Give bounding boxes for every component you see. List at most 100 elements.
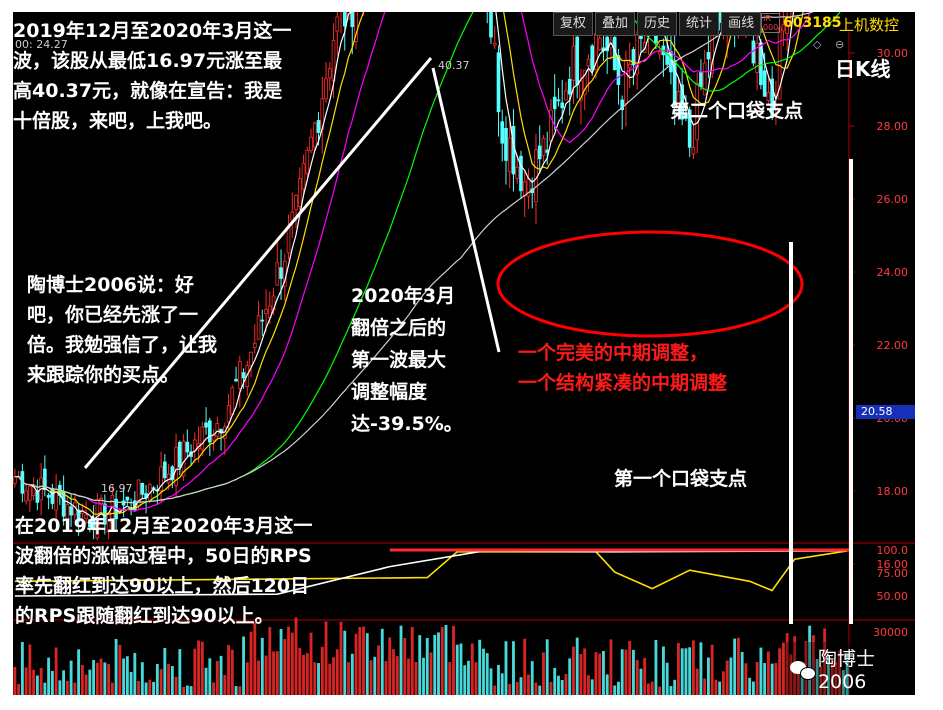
volume-bar	[706, 657, 710, 695]
volume-bar	[365, 633, 369, 695]
volume-bar	[489, 668, 493, 695]
candle-body	[564, 90, 568, 101]
volume-bar	[253, 622, 257, 695]
candle-body	[294, 195, 298, 210]
volume-bar	[193, 648, 197, 695]
minus-icon[interactable]: ⊖	[835, 38, 844, 51]
rps-tick-label: 50.00	[877, 590, 909, 603]
volume-bar	[538, 685, 542, 695]
volume-bar	[373, 656, 377, 695]
volume-bar	[99, 658, 103, 695]
volume-bar	[377, 645, 380, 695]
candle-body	[35, 491, 40, 503]
volume-bar	[369, 660, 373, 695]
candle-body	[522, 181, 527, 196]
volume-bar	[500, 673, 504, 695]
candle-body	[575, 36, 580, 86]
volume-bar	[602, 650, 605, 695]
volume-bar	[35, 675, 39, 695]
candle-body	[537, 145, 542, 160]
volume-bar	[65, 680, 69, 695]
volume-bar	[80, 664, 84, 695]
candle-body	[241, 372, 246, 379]
volume-bar	[560, 680, 564, 695]
volume-bar	[73, 682, 77, 695]
rps-tick-label: 75.00	[877, 567, 909, 580]
annotation-pocket-1: 第一个口袋支点	[614, 468, 748, 490]
fuquan-button[interactable]: 复权	[553, 12, 594, 36]
volume-bar	[455, 644, 459, 695]
volume-bar	[647, 683, 650, 695]
candle-body	[571, 45, 576, 81]
volume-bar	[234, 686, 238, 695]
price-tick-label: 22.00	[877, 339, 909, 352]
volume-bar	[515, 681, 519, 695]
volume-bar	[534, 682, 538, 695]
volume-bar	[444, 625, 448, 695]
volume-bar	[617, 681, 620, 695]
volume-bar	[718, 681, 722, 695]
volume-bar	[650, 681, 654, 695]
candle-body	[286, 227, 291, 254]
volume-bar	[32, 669, 36, 695]
history-button[interactable]: 历史	[637, 12, 678, 36]
volume-bar	[257, 660, 260, 695]
candle-body	[350, 12, 355, 27]
volume-bar	[125, 656, 129, 695]
volume-bar	[564, 674, 568, 695]
volume-bar	[628, 641, 632, 695]
volume-bar	[459, 643, 463, 695]
volume-bar	[92, 659, 96, 695]
volume-bar	[170, 666, 174, 695]
volume-bar	[662, 646, 665, 695]
low-marker: 16.97	[101, 482, 133, 495]
annotation-mid-term: 一个完美的中期调整， 一个结构紧凑的中期调整	[518, 342, 728, 394]
candle-body	[211, 434, 216, 441]
candle-body	[624, 59, 628, 104]
volume-bar	[302, 654, 305, 695]
volume-bar	[332, 657, 335, 695]
volume-tick-label: 30000	[873, 626, 908, 639]
volume-bar	[403, 638, 407, 695]
volume-bar	[665, 662, 669, 695]
volume-bar	[410, 626, 414, 695]
volume-bar	[395, 656, 399, 695]
volume-bar	[275, 651, 279, 695]
volume-bar	[632, 649, 635, 695]
volume-bar	[508, 684, 512, 695]
volume-bar	[140, 662, 144, 695]
candle-body	[534, 149, 538, 203]
volume-bar	[710, 644, 714, 695]
volume-bar	[39, 667, 43, 695]
volume-bar	[362, 626, 365, 695]
volume-bar	[733, 638, 737, 695]
volume-bar	[695, 668, 699, 695]
volume-bar	[691, 640, 695, 695]
price-tick-label: 28.00	[877, 120, 909, 133]
volume-bar	[347, 662, 350, 695]
volume-bar	[583, 648, 587, 695]
volume-bar	[467, 660, 470, 695]
volume-bar	[354, 633, 358, 695]
volume-bar	[452, 625, 455, 695]
diamond-icon[interactable]: ◇	[813, 38, 821, 51]
ir-indicator: IR 000	[761, 13, 781, 33]
volume-bar	[474, 662, 478, 695]
volume-bar	[110, 682, 114, 695]
volume-bar	[568, 658, 572, 695]
volume-bar	[58, 680, 62, 695]
draw-line-button[interactable]: 画线	[721, 12, 762, 36]
candle-body	[309, 136, 313, 152]
statistics-button[interactable]: 统计	[679, 12, 720, 36]
volume-bar	[684, 648, 688, 695]
volume-bar	[163, 647, 167, 695]
overlay-button[interactable]: 叠加	[595, 12, 636, 36]
candle-body	[207, 420, 212, 443]
volume-bar	[298, 648, 302, 695]
candle-body	[256, 315, 261, 340]
volume-bar	[770, 663, 774, 695]
volume-bar	[24, 667, 28, 695]
volume-bar	[557, 675, 560, 695]
volume-bar	[178, 649, 182, 695]
volume-bar	[227, 644, 230, 695]
